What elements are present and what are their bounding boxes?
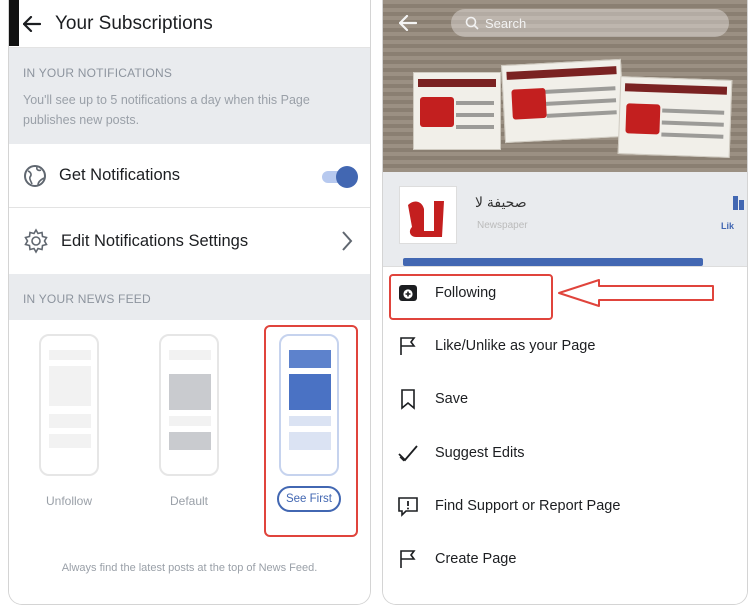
- menu-item-label: Like/Unlike as your Page: [435, 338, 596, 354]
- default-option[interactable]: [159, 334, 219, 476]
- menu-item-label: Create Page: [435, 551, 517, 567]
- post-placeholder: [49, 414, 91, 428]
- like-label: Lik: [721, 221, 735, 231]
- toggle-knob: [336, 165, 358, 188]
- unfollow-option[interactable]: [39, 334, 99, 476]
- edit-notifications-row[interactable]: Edit Notifications Settings: [9, 208, 370, 274]
- page-category: Newspaper: [477, 220, 528, 231]
- notifications-toggle[interactable]: [322, 165, 358, 188]
- default-label[interactable]: Default: [149, 494, 229, 508]
- subscriptions-header: Your Subscriptions: [9, 0, 370, 48]
- post-placeholder: [49, 434, 91, 448]
- thumbs-up-icon: [733, 196, 744, 210]
- get-notifications-row[interactable]: Get Notifications: [9, 144, 370, 208]
- post-placeholder: [49, 350, 91, 360]
- menu-item-label: Suggest Edits: [435, 445, 525, 461]
- search-input[interactable]: Search: [451, 9, 729, 37]
- page-logo: [399, 186, 457, 244]
- cover-photo: Search: [383, 0, 747, 172]
- post-placeholder: [169, 350, 211, 360]
- menu-item-suggest-edits[interactable]: Suggest Edits: [383, 431, 747, 475]
- screenshot-stage: Your Subscriptions IN YOUR NOTIFICATIONS…: [0, 0, 753, 611]
- page-title: Your Subscriptions: [55, 12, 213, 34]
- news-feed-section-header: IN YOUR NEWS FEED: [9, 274, 370, 320]
- notifications-heading: IN YOUR NOTIFICATIONS: [23, 66, 173, 80]
- get-notifications-label: Get Notifications: [59, 166, 181, 184]
- logo-mark-icon: [408, 201, 444, 237]
- follow-bar: [403, 258, 703, 266]
- menu-item-label: Find Support or Report Page: [435, 498, 621, 514]
- page-name[interactable]: صحيفة لا: [475, 194, 527, 211]
- chevron-right-icon: [342, 231, 353, 251]
- news-feed-heading: IN YOUR NEWS FEED: [23, 292, 151, 306]
- flag-icon: [397, 548, 419, 570]
- search-placeholder: Search: [485, 15, 527, 31]
- search-icon: [465, 16, 479, 30]
- bookmark-icon: [397, 388, 419, 410]
- flag-icon: [397, 335, 419, 357]
- subscriptions-panel: Your Subscriptions IN YOUR NOTIFICATIONS…: [8, 0, 371, 605]
- back-button[interactable]: [393, 10, 423, 36]
- notifications-subtext: You'll see up to 5 notifications a day w…: [23, 93, 310, 127]
- post-placeholder: [169, 374, 211, 410]
- pointer-arrow-icon: [558, 279, 714, 307]
- news-feed-footer: Always find the latest posts at the top …: [61, 562, 318, 574]
- check-icon: [397, 442, 419, 464]
- report-icon: [397, 495, 419, 517]
- edit-notifications-label: Edit Notifications Settings: [61, 231, 249, 250]
- menu-item-create-page[interactable]: Create Page: [383, 537, 747, 581]
- page-menu-panel: Search صحيفة لا Newspaper Lik Following …: [382, 0, 748, 605]
- back-arrow-icon: [399, 15, 417, 31]
- window-edge: [9, 0, 19, 46]
- menu-item-save[interactable]: Save: [383, 377, 747, 421]
- post-placeholder: [169, 416, 211, 426]
- globe-icon: [24, 164, 46, 187]
- post-placeholder: [49, 366, 91, 406]
- highlight-box: [389, 274, 553, 320]
- gear-icon: [24, 228, 48, 254]
- menu-item-like-unlike[interactable]: Like/Unlike as your Page: [383, 324, 747, 368]
- highlight-box: [264, 325, 358, 537]
- post-placeholder: [169, 432, 211, 450]
- menu-item-label: Save: [435, 391, 469, 407]
- newspaper-image: [501, 58, 625, 144]
- newspaper-image: [617, 76, 733, 158]
- notifications-section-header: IN YOUR NOTIFICATIONS You'll see up to 5…: [9, 48, 370, 144]
- back-arrow-icon: [23, 15, 41, 32]
- menu-item-report[interactable]: Find Support or Report Page: [383, 484, 747, 528]
- like-button[interactable]: Lik: [721, 190, 745, 238]
- unfollow-label[interactable]: Unfollow: [29, 494, 109, 508]
- newspaper-image: [413, 72, 501, 150]
